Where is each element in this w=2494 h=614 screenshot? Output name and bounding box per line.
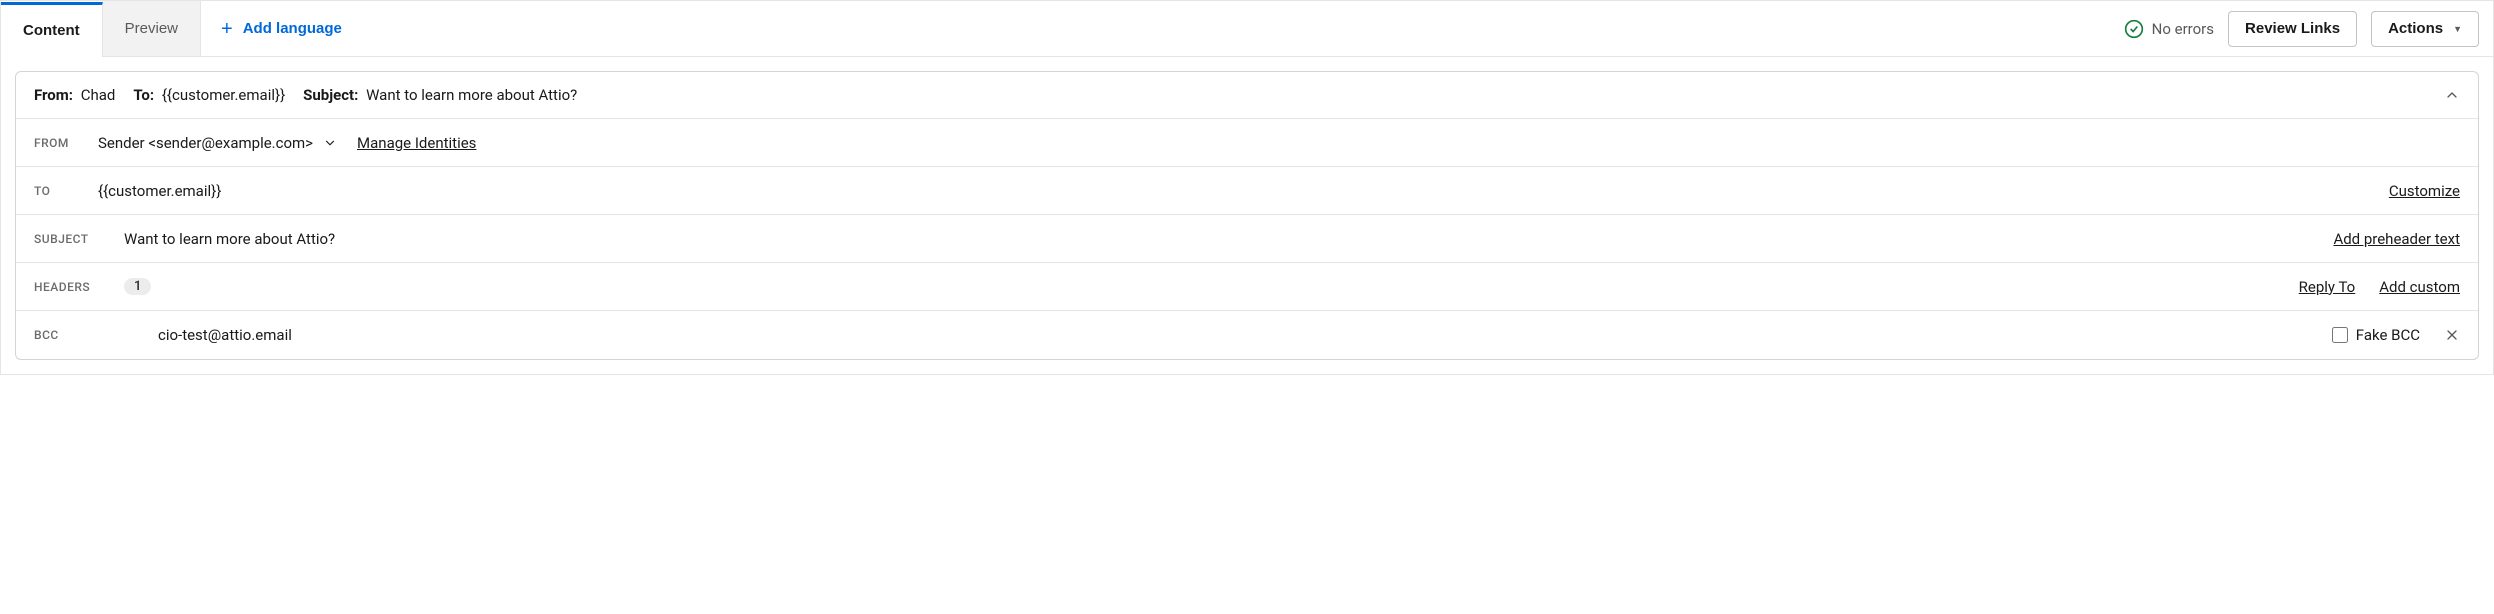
reply-to-link[interactable]: Reply To: [2299, 278, 2356, 296]
summary-from-value: Chad: [81, 86, 116, 104]
caret-down-icon: ▼: [2453, 24, 2462, 34]
to-label: TO: [34, 184, 78, 198]
from-value: Sender <sender@example.com>: [98, 134, 313, 152]
email-composer-panel: Content Preview + Add language No errors…: [0, 0, 2494, 375]
summary-to-value: {{customer.email}}: [162, 86, 285, 104]
fake-bcc-checkbox[interactable]: Fake BCC: [2332, 326, 2420, 344]
error-status-label: No errors: [2152, 20, 2214, 38]
right-actions: No errors Review Links Actions ▼: [2124, 11, 2479, 47]
top-bar: Content Preview + Add language No errors…: [1, 1, 2493, 57]
summary-to-label: To:: [133, 86, 154, 104]
actions-label: Actions: [2388, 20, 2443, 37]
add-language-button[interactable]: + Add language: [201, 1, 362, 56]
bcc-label: BCC: [34, 328, 78, 342]
review-links-button[interactable]: Review Links: [2228, 11, 2357, 47]
manage-identities-link[interactable]: Manage Identities: [357, 134, 476, 152]
headers-label: HEADERS: [34, 280, 104, 294]
bcc-value: cio-test@attio.email: [158, 326, 292, 344]
plus-icon: +: [221, 19, 233, 39]
to-row: TO {{customer.email}} Customize: [16, 167, 2478, 215]
bcc-row: BCC cio-test@attio.email Fake BCC: [16, 311, 2478, 359]
check-circle-icon: [2124, 19, 2144, 39]
tabs-group: Content Preview + Add language: [1, 1, 362, 56]
summary-from-label: From:: [34, 86, 73, 104]
close-icon[interactable]: [2444, 327, 2460, 343]
from-row: FROM Sender <sender@example.com> Manage …: [16, 119, 2478, 167]
add-custom-header-link[interactable]: Add custom: [2379, 278, 2460, 296]
add-preheader-link[interactable]: Add preheader text: [2333, 230, 2460, 248]
fake-bcc-input[interactable]: [2332, 327, 2348, 343]
tab-content[interactable]: Content: [1, 2, 103, 57]
subject-label: SUBJECT: [34, 232, 104, 246]
summary-subject-value: Want to learn more about Attio?: [366, 86, 577, 104]
summary-row[interactable]: From: Chad To: {{customer.email}} Subjec…: [16, 72, 2478, 119]
actions-button[interactable]: Actions ▼: [2371, 11, 2479, 47]
customize-to-link[interactable]: Customize: [2389, 182, 2460, 200]
chevron-down-icon: [323, 136, 337, 150]
tab-preview[interactable]: Preview: [103, 1, 201, 56]
headers-count-badge: 1: [124, 278, 151, 295]
fake-bcc-label: Fake BCC: [2356, 326, 2420, 344]
to-value: {{customer.email}}: [98, 182, 221, 200]
chevron-up-icon[interactable]: [2444, 87, 2460, 103]
headers-row: HEADERS 1 Reply To Add custom: [16, 263, 2478, 311]
subject-row: SUBJECT Want to learn more about Attio? …: [16, 215, 2478, 263]
add-language-label: Add language: [243, 20, 342, 37]
summary-text: From: Chad To: {{customer.email}} Subjec…: [34, 86, 577, 104]
error-status: No errors: [2124, 19, 2214, 39]
summary-subject-label: Subject:: [303, 86, 358, 104]
from-label: FROM: [34, 136, 78, 150]
email-fields-panel: From: Chad To: {{customer.email}} Subjec…: [15, 71, 2479, 360]
from-select[interactable]: Sender <sender@example.com>: [98, 134, 337, 152]
subject-value: Want to learn more about Attio?: [124, 230, 335, 248]
